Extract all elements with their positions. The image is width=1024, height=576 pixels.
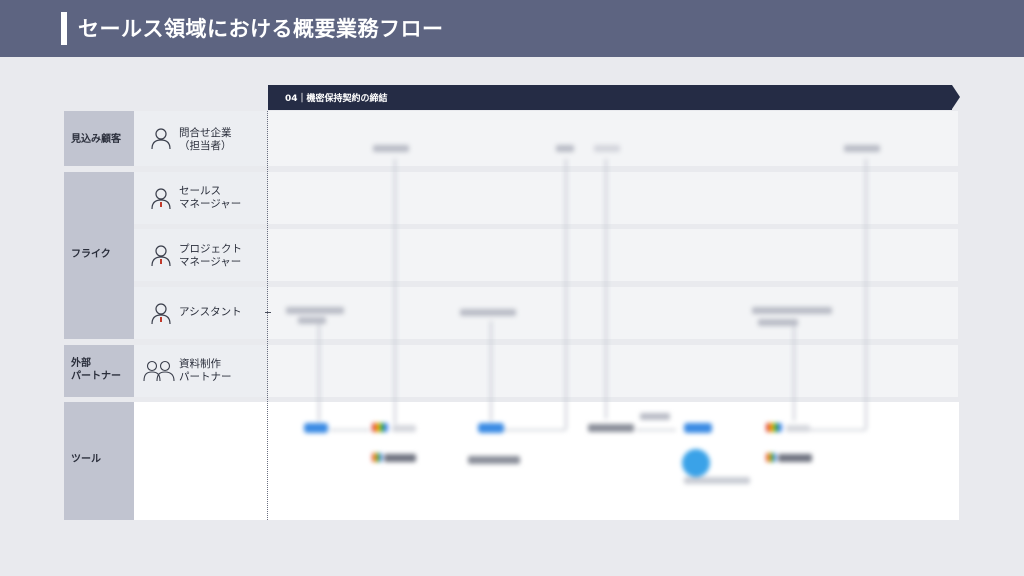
flow-tick [265,312,271,313]
role-label-project-manager-line2: マネージャー [179,256,242,268]
header-accent-bar [61,12,67,45]
page-title: セールス領域における概要業務フロー [78,17,444,41]
blurred-tool-label [684,477,750,484]
person-outline-icon [151,245,171,267]
flow-line [793,321,795,421]
role-label-material-partner-line2: パートナー [179,371,232,383]
blurred-step-label [556,145,574,152]
lane-divider [267,111,268,520]
blurred-task-label [298,317,326,324]
blurred-tool-logo [766,423,782,432]
role-label-material-partner-line1: 資料制作 [179,358,221,370]
blurred-tool-label [384,454,416,462]
flow-line [490,321,492,421]
person-outline-icon [151,128,171,150]
group-label-tools: ツール [71,454,101,465]
two-people-outline-icon [143,360,175,382]
blurred-step-label [844,145,880,152]
section-label: 04｜機密保持契約の締結 [285,94,388,104]
role-label-assistant: アシスタント [179,306,242,318]
blurred-task-label [758,319,798,326]
blurred-tool-label [786,425,810,432]
flow-connector [636,429,676,431]
role-label-project-manager-line1: プロジェクト [179,243,242,255]
blurred-tool-chip [684,423,712,433]
flow-line [605,159,607,419]
group-label-prospect: 見込み顧客 [71,134,121,145]
blurred-task-label [460,309,516,316]
blurred-flow-area [268,111,958,520]
group-label-partner-line2: パートナー [71,371,121,382]
blurred-tool-label [588,424,634,432]
blurred-task-label [752,307,832,314]
blurred-tool-label [468,456,520,464]
blurred-tool-logo [372,453,382,462]
group-label-partner-line1: 外部 [71,358,91,369]
section-banner-arrow [952,85,960,109]
blurred-tool-logo [766,453,776,462]
flow-line [394,159,396,424]
page-header: セールス領域における概要業務フロー [0,0,1024,57]
blurred-tool-label [392,425,416,432]
role-label-inquiry-line2: （担当者） [179,140,232,152]
blurred-tool-label [778,454,812,462]
blurred-tool-logo [372,423,388,432]
flow-line [318,321,320,421]
blurred-step-label [594,145,620,152]
flow-connector [330,429,370,431]
role-label-sales-manager-line1: セールス [179,185,221,197]
blurred-tool-label [640,413,670,420]
blurred-tool-chip [478,423,504,433]
group-label-company: フライク [71,249,111,260]
blurred-step-label [373,145,409,152]
flow-connector [808,429,866,431]
blurred-task-label [286,307,344,314]
person-outline-icon [151,188,171,210]
flow-line [865,159,867,429]
role-label-inquiry-line1: 問合せ企業 [179,127,232,139]
blurred-tool-chip [304,423,328,433]
flow-line [565,159,567,429]
flow-connector [504,429,566,431]
person-outline-icon [151,303,171,325]
role-label-sales-manager-line2: マネージャー [179,198,242,210]
blurred-tool-logo [682,449,710,477]
